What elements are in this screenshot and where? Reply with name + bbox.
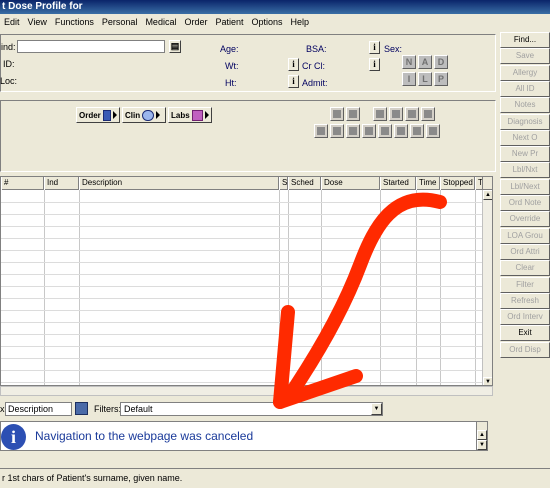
annotation-arrow-shaft <box>285 192 447 399</box>
annotation-arrow <box>273 192 447 409</box>
annotation-arrow-head-left <box>273 305 295 409</box>
